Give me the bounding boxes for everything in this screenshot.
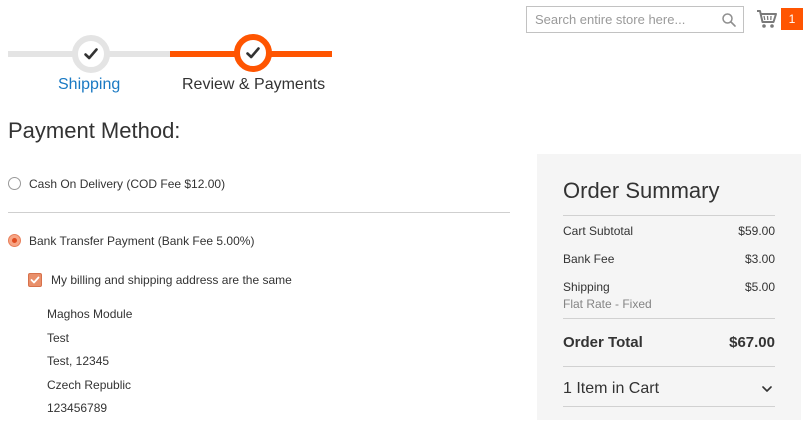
step-shipping-marker[interactable] <box>72 35 110 73</box>
same-address-checkbox[interactable] <box>28 273 42 287</box>
address-street: Test <box>47 327 132 351</box>
billing-address: Maghos Module Test Test, 12345 Czech Rep… <box>47 303 132 421</box>
search-box[interactable] <box>526 6 744 33</box>
summary-value: $3.00 <box>745 252 775 266</box>
address-name: Maghos Module <box>47 303 132 327</box>
checkbox-check-icon <box>30 275 40 285</box>
checkmark-icon <box>83 46 99 62</box>
order-total-label: Order Total <box>563 334 643 351</box>
payment-option-bank-transfer[interactable]: Bank Transfer Payment (Bank Fee 5.00%) <box>8 233 254 248</box>
summary-row-subtotal: Cart Subtotal $59.00 <box>563 224 775 238</box>
order-total-row: Order Total $67.00 <box>563 334 775 351</box>
items-in-cart-label[interactable]: 1 Item in Cart <box>563 380 659 397</box>
cod-label[interactable]: Cash On Delivery (COD Fee $12.00) <box>29 177 225 191</box>
summary-value: $5.00 <box>745 280 775 294</box>
chevron-down-icon[interactable] <box>761 383 773 395</box>
shipping-method-note: Flat Rate - Fixed <box>563 297 775 311</box>
summary-divider <box>563 406 775 407</box>
payment-option-cod[interactable]: Cash On Delivery (COD Fee $12.00) <box>8 176 225 191</box>
summary-label: Shipping <box>563 280 610 294</box>
order-summary-title: Order Summary <box>563 178 719 204</box>
address-phone: 123456789 <box>47 397 132 421</box>
summary-divider <box>563 318 775 319</box>
step-review-label: Review & Payments <box>182 76 325 94</box>
same-address-option[interactable]: My billing and shipping address are the … <box>28 272 292 287</box>
checkout-progress-bar: Shipping Review & Payments <box>8 32 338 102</box>
summary-divider <box>563 215 775 216</box>
cod-radio[interactable] <box>8 177 21 190</box>
step-review-marker <box>234 34 272 72</box>
shopping-cart-icon[interactable] <box>756 8 778 30</box>
minicart[interactable]: 1 <box>756 8 804 34</box>
address-city-zip: Test, 12345 <box>47 350 132 374</box>
summary-row-bank-fee: Bank Fee $3.00 <box>563 252 775 266</box>
summary-row-shipping: Shipping $5.00 Flat Rate - Fixed <box>563 280 775 311</box>
summary-label: Cart Subtotal <box>563 224 633 238</box>
payment-method-title: Payment Method: <box>8 118 180 144</box>
step-shipping-link[interactable]: Shipping <box>58 76 120 94</box>
bank-transfer-radio[interactable] <box>8 234 21 247</box>
summary-divider <box>563 366 775 367</box>
summary-value: $59.00 <box>738 224 775 238</box>
cart-count-badge[interactable]: 1 <box>781 8 803 30</box>
search-icon[interactable] <box>721 12 737 28</box>
bank-transfer-label[interactable]: Bank Transfer Payment (Bank Fee 5.00%) <box>29 234 254 248</box>
items-in-cart-toggle[interactable]: 1 Item in Cart <box>563 380 775 398</box>
order-total-value: $67.00 <box>729 334 775 351</box>
same-address-label[interactable]: My billing and shipping address are the … <box>51 273 292 287</box>
checkmark-icon <box>245 45 261 61</box>
payment-divider <box>8 212 510 213</box>
summary-label: Bank Fee <box>563 252 614 266</box>
search-input[interactable] <box>527 7 715 32</box>
address-country: Czech Republic <box>47 374 132 398</box>
order-summary: Order Summary Cart Subtotal $59.00 Bank … <box>537 154 801 420</box>
